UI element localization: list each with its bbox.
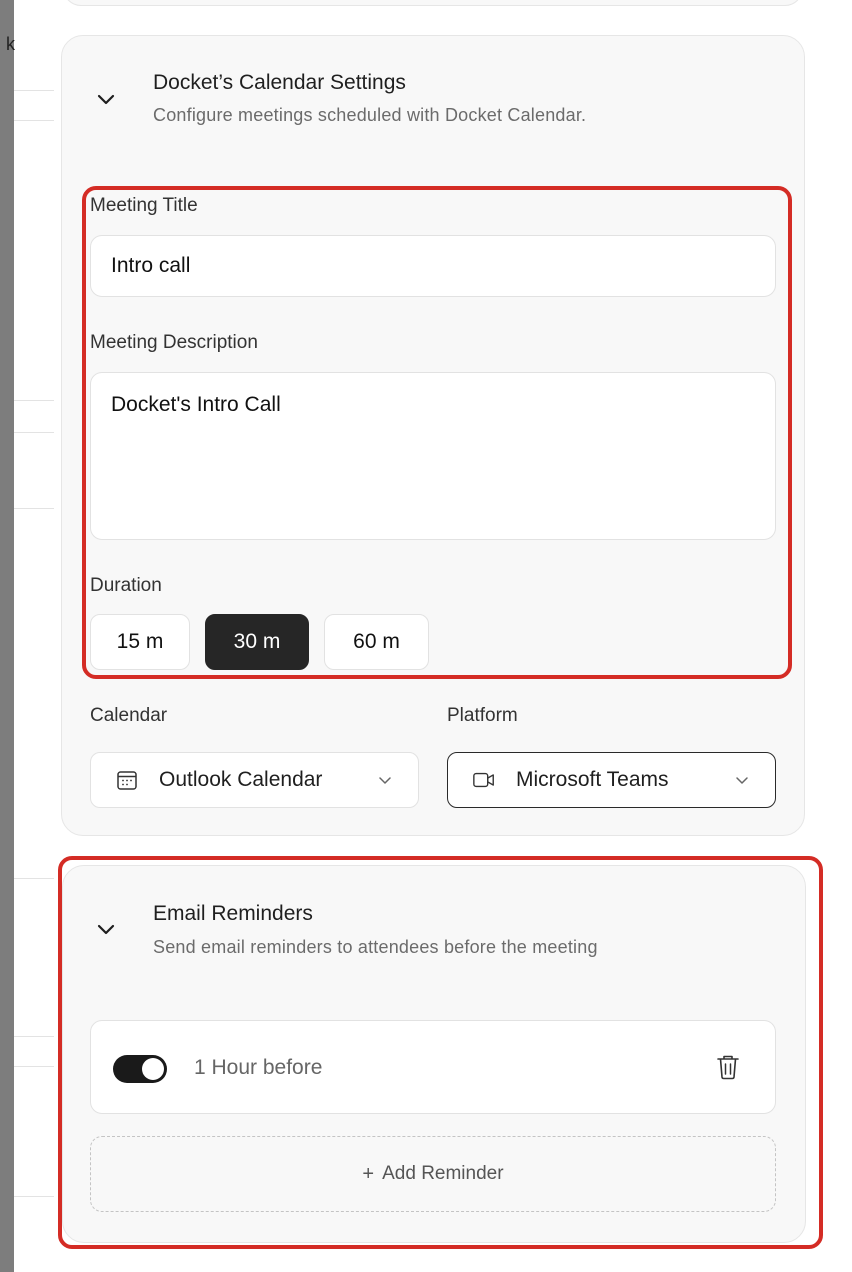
left-panel-dividers	[14, 0, 54, 1272]
duration-15m-button[interactable]: 15 m	[90, 614, 190, 670]
reminder-label: 1 Hour before	[194, 1056, 323, 1079]
meeting-title-input[interactable]	[90, 235, 776, 297]
reminder-item: 1 Hour before	[90, 1020, 776, 1114]
platform-label: Platform	[447, 705, 518, 726]
add-reminder-button[interactable]: + Add Reminder	[90, 1136, 776, 1212]
calendar-settings-subtitle: Configure meetings scheduled with Docket…	[153, 105, 587, 125]
left-panel-edge: k	[0, 0, 15, 1272]
trash-icon[interactable]	[715, 1053, 741, 1081]
duration-30m-button[interactable]: 30 m	[205, 614, 309, 670]
calendar-select[interactable]: Outlook Calendar	[90, 752, 419, 808]
meeting-description-label: Meeting Description	[90, 332, 258, 353]
meeting-title-label: Meeting Title	[90, 195, 198, 216]
duration-60m-button[interactable]: 60 m	[324, 614, 429, 670]
duration-label: Duration	[90, 575, 162, 596]
chevron-down-icon[interactable]	[92, 86, 120, 114]
reminder-toggle[interactable]	[113, 1055, 167, 1083]
calendar-label: Calendar	[90, 705, 168, 726]
video-camera-icon	[472, 768, 496, 792]
email-reminders-subtitle: Send email reminders to attendees before…	[153, 937, 598, 957]
chevron-down-icon	[733, 771, 751, 789]
calendar-select-value: Outlook Calendar	[159, 768, 323, 791]
meeting-description-textarea[interactable]: Docket's Intro Call	[90, 372, 776, 540]
previous-card	[63, 0, 803, 6]
chevron-down-icon	[376, 771, 394, 789]
chevron-down-icon[interactable]	[92, 916, 120, 944]
platform-select[interactable]: Microsoft Teams	[447, 752, 776, 808]
calendar-settings-title: Docket’s Calendar Settings	[153, 71, 406, 94]
add-reminder-label: Add Reminder	[382, 1163, 504, 1184]
email-reminders-title: Email Reminders	[153, 902, 313, 925]
platform-select-value: Microsoft Teams	[516, 768, 669, 791]
calendar-icon	[115, 768, 139, 792]
toggle-knob	[142, 1058, 164, 1080]
plus-icon: +	[362, 1162, 375, 1185]
